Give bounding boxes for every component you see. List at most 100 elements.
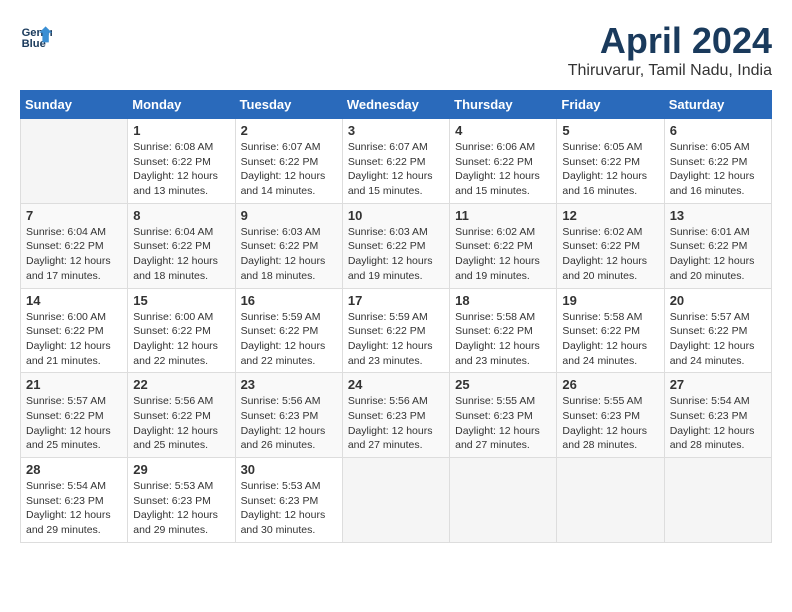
- day-number: 20: [670, 293, 766, 308]
- calendar-cell: 9 Sunrise: 6:03 AM Sunset: 6:22 PM Daylig…: [235, 203, 342, 288]
- day-info: Sunrise: 6:04 AM Sunset: 6:22 PM Dayligh…: [26, 225, 122, 284]
- day-info: Sunrise: 6:03 AM Sunset: 6:22 PM Dayligh…: [348, 225, 444, 284]
- day-number: 9: [241, 208, 337, 223]
- title-block: April 2024 Thiruvarur, Tamil Nadu, India: [568, 20, 772, 80]
- calendar-week-row: 21 Sunrise: 5:57 AM Sunset: 6:22 PM Dayli…: [21, 373, 772, 458]
- day-info: Sunrise: 6:02 AM Sunset: 6:22 PM Dayligh…: [455, 225, 551, 284]
- day-number: 27: [670, 377, 766, 392]
- day-number: 10: [348, 208, 444, 223]
- day-info: Sunrise: 5:56 AM Sunset: 6:22 PM Dayligh…: [133, 394, 229, 453]
- calendar-cell: [450, 458, 557, 543]
- day-info: Sunrise: 5:54 AM Sunset: 6:23 PM Dayligh…: [26, 479, 122, 538]
- day-info: Sunrise: 5:59 AM Sunset: 6:22 PM Dayligh…: [241, 310, 337, 369]
- calendar-cell: [21, 119, 128, 204]
- weekday-header-row: SundayMondayTuesdayWednesdayThursdayFrid…: [21, 91, 772, 119]
- day-number: 8: [133, 208, 229, 223]
- calendar-week-row: 28 Sunrise: 5:54 AM Sunset: 6:23 PM Dayli…: [21, 458, 772, 543]
- day-number: 6: [670, 123, 766, 138]
- calendar-cell: 1Sunrise: 6:08 AM Sunset: 6:22 PM Daylig…: [128, 119, 235, 204]
- weekday-header-friday: Friday: [557, 91, 664, 119]
- day-number: 23: [241, 377, 337, 392]
- calendar-cell: 3 Sunrise: 6:07 AM Sunset: 6:22 PM Daylig…: [342, 119, 449, 204]
- day-info: Sunrise: 6:04 AM Sunset: 6:22 PM Dayligh…: [133, 225, 229, 284]
- svg-text:Blue: Blue: [22, 38, 46, 50]
- day-number: 14: [26, 293, 122, 308]
- day-info: Sunrise: 6:02 AM Sunset: 6:22 PM Dayligh…: [562, 225, 658, 284]
- day-info: Sunrise: 5:53 AM Sunset: 6:23 PM Dayligh…: [241, 479, 337, 538]
- day-number: 12: [562, 208, 658, 223]
- day-info: Sunrise: 6:07 AM Sunset: 6:22 PM Dayligh…: [241, 140, 337, 199]
- day-number: 26: [562, 377, 658, 392]
- calendar-week-row: 7 Sunrise: 6:04 AM Sunset: 6:22 PM Daylig…: [21, 203, 772, 288]
- weekday-header-sunday: Sunday: [21, 91, 128, 119]
- calendar-cell: 14Sunrise: 6:00 AM Sunset: 6:22 PM Dayli…: [21, 288, 128, 373]
- weekday-header-tuesday: Tuesday: [235, 91, 342, 119]
- calendar-cell: 13Sunrise: 6:01 AM Sunset: 6:22 PM Dayli…: [664, 203, 771, 288]
- day-number: 21: [26, 377, 122, 392]
- calendar-cell: 30 Sunrise: 5:53 AM Sunset: 6:23 PM Dayli…: [235, 458, 342, 543]
- calendar-week-row: 1Sunrise: 6:08 AM Sunset: 6:22 PM Daylig…: [21, 119, 772, 204]
- calendar-cell: [664, 458, 771, 543]
- calendar-cell: 18 Sunrise: 5:58 AM Sunset: 6:22 PM Dayli…: [450, 288, 557, 373]
- day-number: 28: [26, 462, 122, 477]
- calendar-cell: 22 Sunrise: 5:56 AM Sunset: 6:22 PM Dayli…: [128, 373, 235, 458]
- day-info: Sunrise: 6:05 AM Sunset: 6:22 PM Dayligh…: [670, 140, 766, 199]
- day-info: Sunrise: 5:56 AM Sunset: 6:23 PM Dayligh…: [348, 394, 444, 453]
- day-info: Sunrise: 6:00 AM Sunset: 6:22 PM Dayligh…: [133, 310, 229, 369]
- day-info: Sunrise: 5:57 AM Sunset: 6:22 PM Dayligh…: [26, 394, 122, 453]
- calendar-cell: 12 Sunrise: 6:02 AM Sunset: 6:22 PM Dayli…: [557, 203, 664, 288]
- logo: General Blue: [20, 20, 52, 52]
- day-number: 4: [455, 123, 551, 138]
- day-number: 22: [133, 377, 229, 392]
- calendar-cell: 7 Sunrise: 6:04 AM Sunset: 6:22 PM Daylig…: [21, 203, 128, 288]
- calendar-cell: 11 Sunrise: 6:02 AM Sunset: 6:22 PM Dayli…: [450, 203, 557, 288]
- calendar-cell: 2 Sunrise: 6:07 AM Sunset: 6:22 PM Daylig…: [235, 119, 342, 204]
- day-number: 30: [241, 462, 337, 477]
- day-number: 5: [562, 123, 658, 138]
- day-info: Sunrise: 6:05 AM Sunset: 6:22 PM Dayligh…: [562, 140, 658, 199]
- calendar-table: SundayMondayTuesdayWednesdayThursdayFrid…: [20, 90, 772, 543]
- calendar-cell: [557, 458, 664, 543]
- calendar-cell: 5 Sunrise: 6:05 AM Sunset: 6:22 PM Daylig…: [557, 119, 664, 204]
- calendar-cell: [342, 458, 449, 543]
- day-number: 25: [455, 377, 551, 392]
- calendar-week-row: 14 Sunrise: 6:00 AM Sunset: 6:22 PM Dayli…: [21, 288, 772, 373]
- page-header: General Blue April 2024 Thiruvarur, Tami…: [20, 20, 772, 80]
- calendar-cell: 8 Sunrise: 6:04 AM Sunset: 6:22 PM Daylig…: [128, 203, 235, 288]
- day-number: 7: [26, 208, 122, 223]
- day-number: 13: [670, 208, 766, 223]
- calendar-cell: 23 Sunrise: 5:56 AM Sunset: 6:23 PM Dayli…: [235, 373, 342, 458]
- day-number: 2: [241, 123, 337, 138]
- weekday-header-monday: Monday: [128, 91, 235, 119]
- day-info: Sunrise: 5:58 AM Sunset: 6:22 PM Dayligh…: [455, 310, 551, 369]
- day-number: 11: [455, 208, 551, 223]
- day-info: Sunrise: 5:58 AM Sunset: 6:22 PM Dayligh…: [562, 310, 658, 369]
- calendar-cell: 24Sunrise: 5:56 AM Sunset: 6:23 PM Dayli…: [342, 373, 449, 458]
- day-number: 16: [241, 293, 337, 308]
- calendar-cell: 10 Sunrise: 6:03 AM Sunset: 6:22 PM Dayli…: [342, 203, 449, 288]
- calendar-cell: 17Sunrise: 5:59 AM Sunset: 6:22 PM Dayli…: [342, 288, 449, 373]
- day-number: 1: [133, 123, 229, 138]
- day-info: Sunrise: 6:06 AM Sunset: 6:22 PM Dayligh…: [455, 140, 551, 199]
- day-number: 15: [133, 293, 229, 308]
- calendar-cell: 21 Sunrise: 5:57 AM Sunset: 6:22 PM Dayli…: [21, 373, 128, 458]
- weekday-header-thursday: Thursday: [450, 91, 557, 119]
- calendar-cell: 27Sunrise: 5:54 AM Sunset: 6:23 PM Dayli…: [664, 373, 771, 458]
- calendar-cell: 16 Sunrise: 5:59 AM Sunset: 6:22 PM Dayli…: [235, 288, 342, 373]
- month-year-title: April 2024: [568, 20, 772, 62]
- calendar-cell: 19 Sunrise: 5:58 AM Sunset: 6:22 PM Dayli…: [557, 288, 664, 373]
- day-number: 29: [133, 462, 229, 477]
- day-number: 19: [562, 293, 658, 308]
- day-info: Sunrise: 6:07 AM Sunset: 6:22 PM Dayligh…: [348, 140, 444, 199]
- calendar-cell: 28 Sunrise: 5:54 AM Sunset: 6:23 PM Dayli…: [21, 458, 128, 543]
- day-info: Sunrise: 5:55 AM Sunset: 6:23 PM Dayligh…: [455, 394, 551, 453]
- logo-icon: General Blue: [20, 20, 52, 52]
- calendar-cell: 15 Sunrise: 6:00 AM Sunset: 6:22 PM Dayli…: [128, 288, 235, 373]
- calendar-cell: 20Sunrise: 5:57 AM Sunset: 6:22 PM Dayli…: [664, 288, 771, 373]
- day-info: Sunrise: 5:56 AM Sunset: 6:23 PM Dayligh…: [241, 394, 337, 453]
- day-number: 18: [455, 293, 551, 308]
- calendar-cell: 25 Sunrise: 5:55 AM Sunset: 6:23 PM Dayli…: [450, 373, 557, 458]
- calendar-cell: 6 Sunrise: 6:05 AM Sunset: 6:22 PM Daylig…: [664, 119, 771, 204]
- day-number: 3: [348, 123, 444, 138]
- day-info: Sunrise: 6:03 AM Sunset: 6:22 PM Dayligh…: [241, 225, 337, 284]
